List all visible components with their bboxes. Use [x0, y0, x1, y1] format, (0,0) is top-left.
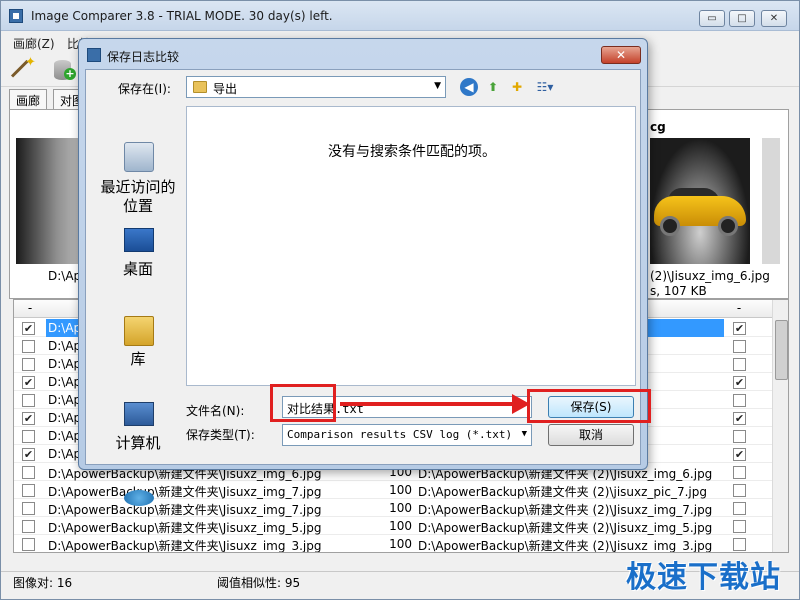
row-right-path: D:\ApowerBackup\新建文件夹 (2)\Jisuxz_img_5.j…: [418, 521, 713, 535]
row-right-checkbox[interactable]: [733, 340, 746, 353]
row-left-checkbox[interactable]: ✔: [22, 322, 35, 335]
file-list-view[interactable]: 没有与搜索条件匹配的项。: [186, 106, 636, 386]
row-right-checkbox[interactable]: [733, 430, 746, 443]
close-button[interactable]: ✕: [761, 10, 787, 27]
library-icon: [124, 316, 154, 346]
car-wheel: [718, 216, 738, 236]
header-right-check[interactable]: -: [726, 301, 752, 315]
empty-results-message: 没有与搜索条件匹配的项。: [328, 144, 496, 160]
header-left-check[interactable]: -: [17, 301, 43, 315]
row-left-checkbox[interactable]: ✔: [22, 376, 35, 389]
row-right-checkbox[interactable]: [733, 394, 746, 407]
row-right-checkbox[interactable]: ✔: [733, 376, 746, 389]
table-scrollbar[interactable]: [772, 300, 788, 552]
row-right-checkbox[interactable]: [733, 520, 746, 533]
chevron-down-icon: ▼: [521, 429, 527, 439]
app-icon: [9, 9, 23, 23]
row-left-checkbox[interactable]: [22, 538, 35, 551]
car-wheel: [660, 216, 680, 236]
cancel-button[interactable]: 取消: [548, 424, 634, 446]
magic-wand-icon[interactable]: [9, 55, 37, 83]
row-left-checkbox[interactable]: ✔: [22, 412, 35, 425]
network-icon[interactable]: [124, 490, 154, 506]
row-right-path: D:\ApowerBackup\新建文件夹 (2)\Jisuxz_img_3.j…: [418, 539, 713, 553]
table-row[interactable]: D:\ApowerBackup\新建文件夹\Jisuxz_img_5.jpg 10…: [14, 517, 772, 535]
save-in-value: 导出: [213, 82, 238, 96]
highlight-save-box: [527, 389, 651, 423]
row-left-checkbox[interactable]: [22, 430, 35, 443]
preview-scroll-strip[interactable]: [762, 138, 780, 264]
annotation-arrow-head: [512, 394, 530, 414]
recent-places-icon: [124, 142, 154, 172]
dialog-title: 保存日志比较: [107, 50, 180, 64]
place-computer[interactable]: 计算机: [92, 402, 184, 453]
tab-gallery[interactable]: 画廊: [9, 89, 48, 109]
place-desktop[interactable]: 桌面: [92, 228, 184, 279]
row-left-checkbox[interactable]: [22, 520, 35, 533]
row-left-path: D:\ApowerBackup\新建文件夹\Jisuxz_img_7.jpg: [48, 503, 322, 517]
row-right-checkbox[interactable]: ✔: [733, 322, 746, 335]
minimize-button[interactable]: ▭: [699, 10, 725, 27]
row-right-path: D:\ApowerBackup\新建文件夹 (2)\Jisuxz_img_7.j…: [418, 503, 713, 517]
row-right-checkbox[interactable]: [733, 484, 746, 497]
row-left-path: D:\ApowerBackup\新建文件夹\Jisuxz_img_7.jpg: [48, 485, 322, 499]
row-left-checkbox[interactable]: [22, 484, 35, 497]
row-right-checkbox[interactable]: [733, 538, 746, 551]
row-left-checkbox[interactable]: [22, 340, 35, 353]
right-image-path: (2)\Jisuxz_img_6.jpg: [650, 269, 770, 283]
row-right-path: D:\ApowerBackup\新建文件夹 (2)\jisuxz_pic_7.j…: [418, 485, 708, 499]
window-title: Image Comparer 3.8 - TRIAL MODE. 30 day(…: [31, 9, 333, 23]
row-right-checkbox[interactable]: ✔: [733, 412, 746, 425]
chevron-down-icon: ▼: [434, 81, 441, 91]
row-right-checkbox[interactable]: [733, 358, 746, 371]
row-left-path: D:\ApowerBackup\新建文件夹\Jisuxz_img_3.jpg: [48, 539, 322, 553]
view-menu-icon[interactable]: ☷▾: [532, 78, 558, 96]
new-folder-icon[interactable]: ✚: [508, 78, 526, 96]
watermark-logo: 极速下载站: [626, 560, 781, 595]
highlight-filename-box: [270, 384, 336, 422]
places-bar: 最近访问的位置 桌面 库 计算机: [92, 106, 184, 506]
folder-icon: [193, 81, 207, 93]
filename-label: 文件名(N):: [186, 404, 245, 418]
row-right-checkbox[interactable]: [733, 502, 746, 515]
menu-gallery[interactable]: 画廊(Z): [13, 35, 55, 52]
row-right-checkbox[interactable]: ✔: [733, 448, 746, 461]
dialog-close-button[interactable]: ✕: [601, 46, 641, 64]
dialog-app-icon: [87, 48, 101, 62]
filetype-label: 保存类型(T):: [186, 428, 255, 442]
right-image-size: s, 107 KB: [650, 284, 707, 298]
scrollbar-thumb[interactable]: [775, 320, 788, 380]
place-recent[interactable]: 最近访问的位置: [92, 142, 184, 216]
place-library[interactable]: 库: [92, 316, 184, 369]
row-similarity: 100: [389, 537, 412, 551]
row-similarity: 100: [389, 483, 412, 497]
status-threshold: 阈值相似性: 95: [217, 576, 301, 590]
save-in-dropdown[interactable]: 导出 ▼: [186, 76, 446, 98]
back-icon[interactable]: ◀: [460, 78, 478, 96]
filetype-value: Comparison results CSV log (*.txt): [287, 428, 513, 441]
maximize-button[interactable]: □: [729, 10, 755, 27]
title-bar: Image Comparer 3.8 - TRIAL MODE. 30 day(…: [1, 1, 799, 31]
status-pair-count: 图像对: 16: [13, 576, 73, 590]
row-left-checkbox[interactable]: [22, 358, 35, 371]
row-similarity: 100: [389, 501, 412, 515]
row-similarity: 100: [389, 519, 412, 533]
desktop-icon: [124, 228, 154, 252]
right-image-preview: [650, 138, 750, 264]
save-in-label: 保存在(I):: [118, 82, 171, 96]
row-left-path: D:\ApowerBackup\新建文件夹\Jisuxz_img_5.jpg: [48, 521, 322, 535]
row-right-checkbox[interactable]: [733, 466, 746, 479]
annotation-arrow-line: [340, 402, 516, 406]
filetype-dropdown[interactable]: Comparison results CSV log (*.txt) ▼: [282, 424, 532, 446]
row-left-checkbox[interactable]: [22, 466, 35, 479]
table-row[interactable]: D:\ApowerBackup\新建文件夹\Jisuxz_img_3.jpg 10…: [14, 535, 772, 553]
left-image-preview: [16, 138, 84, 264]
add-database-icon[interactable]: [49, 57, 77, 83]
computer-icon: [124, 402, 154, 426]
right-image-caption: cg: [650, 120, 666, 134]
row-left-checkbox[interactable]: [22, 502, 35, 515]
up-folder-icon[interactable]: ⬆: [484, 78, 502, 96]
row-left-checkbox[interactable]: ✔: [22, 448, 35, 461]
row-left-checkbox[interactable]: [22, 394, 35, 407]
